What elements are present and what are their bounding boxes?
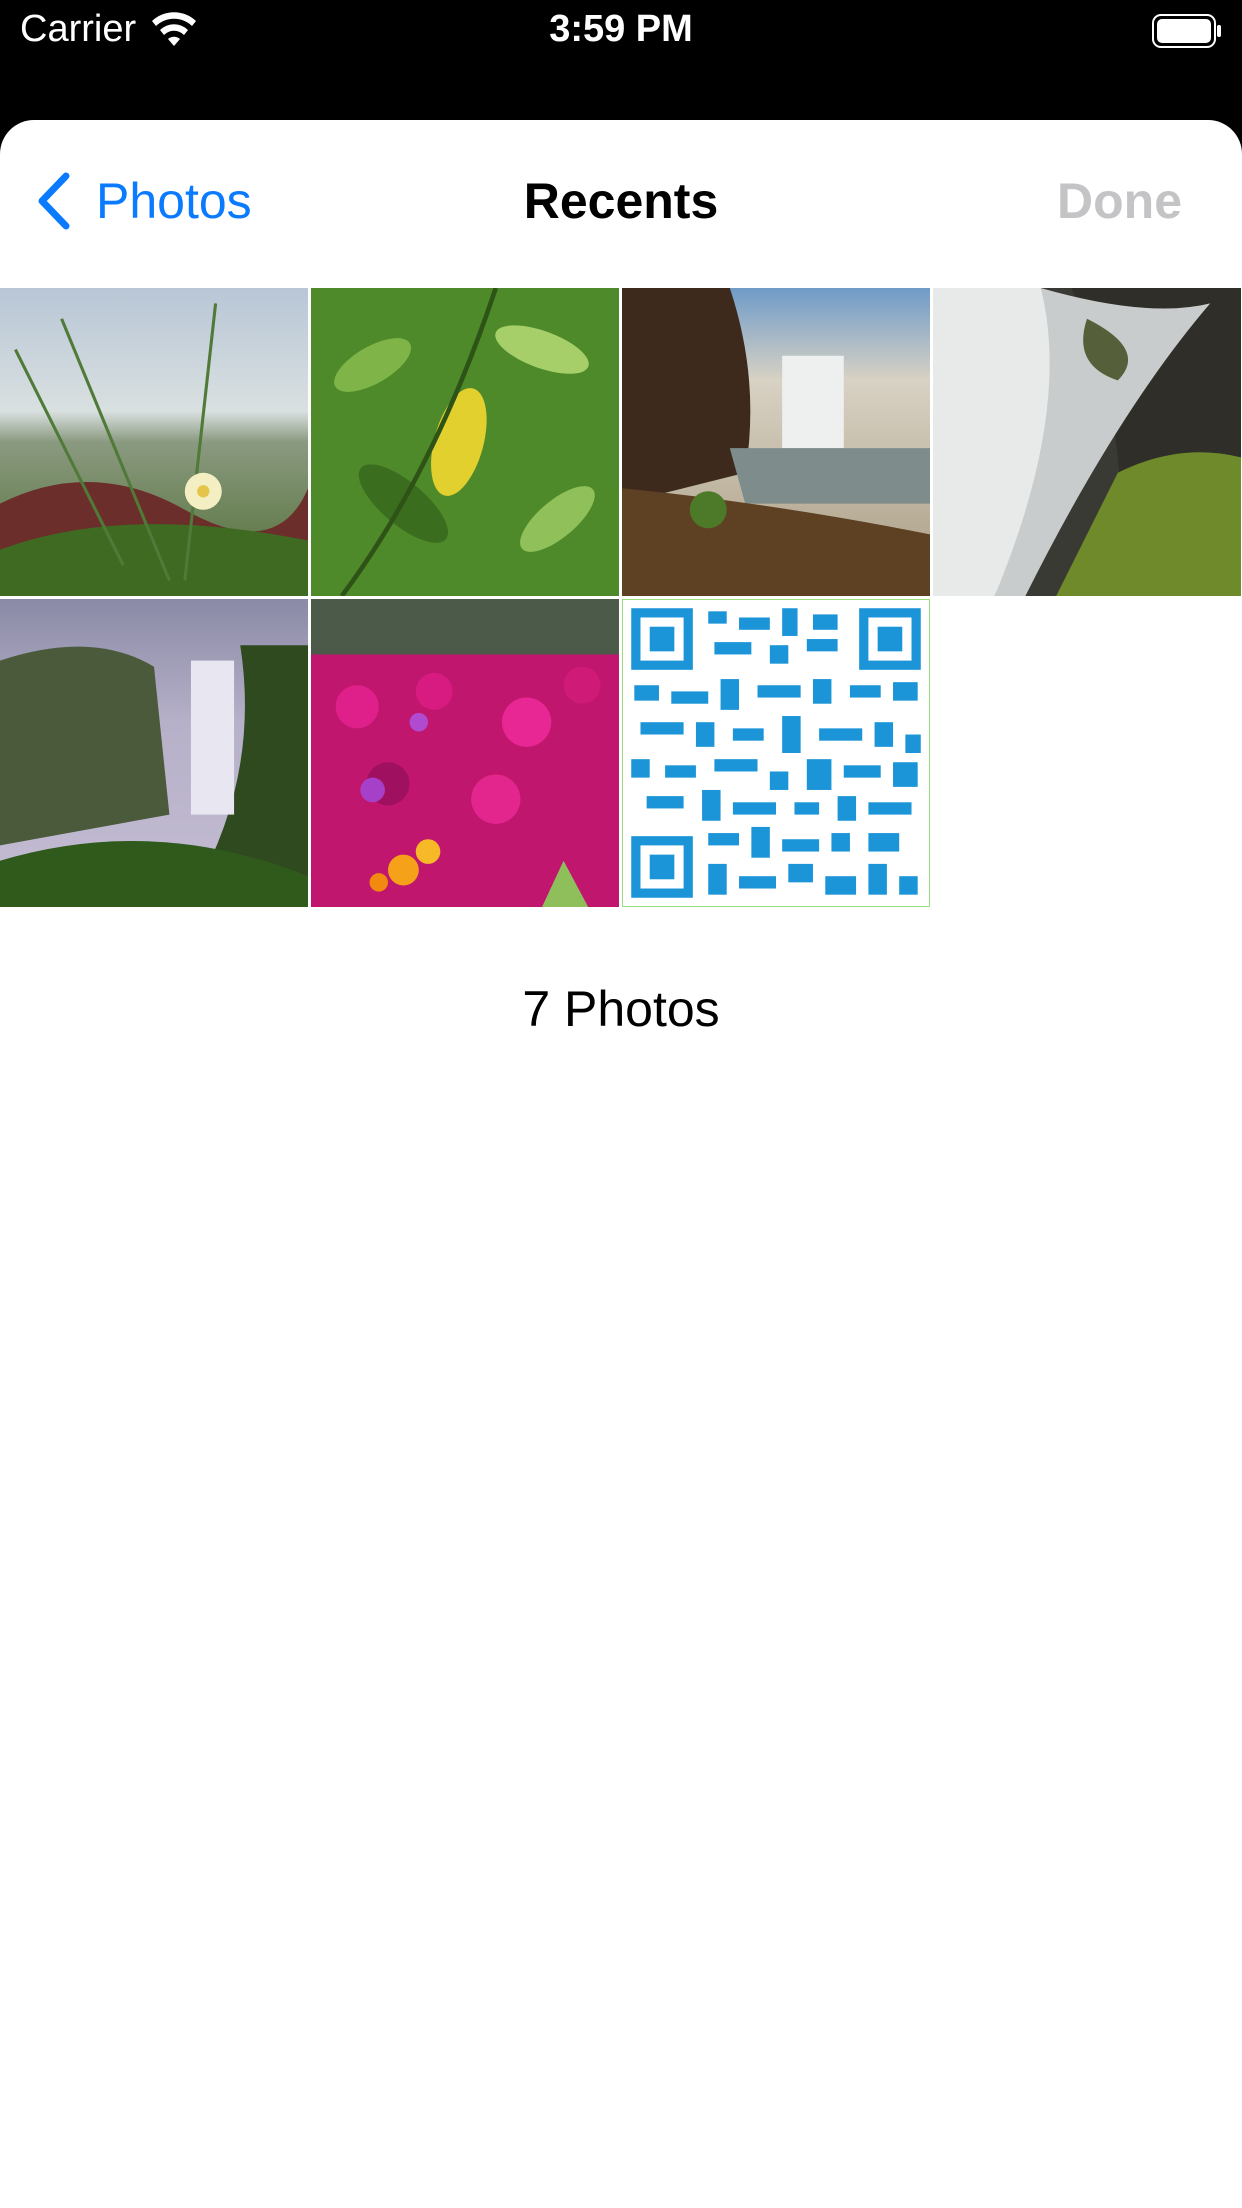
clock: 3:59 PM (549, 8, 693, 50)
photo-picker-sheet: Photos Recents Done 7 Photos (0, 120, 1242, 2208)
photo-thumbnail[interactable] (0, 599, 308, 907)
photo-thumbnail[interactable] (933, 288, 1241, 596)
photo-count-label: 7 Photos (522, 981, 720, 1037)
photo-thumbnail[interactable] (311, 599, 619, 907)
status-bar: Carrier 3:59 PM (0, 0, 1242, 120)
battery-icon (1152, 14, 1221, 48)
done-button[interactable]: Done (1057, 172, 1182, 230)
photo-thumbnail[interactable] (0, 288, 308, 596)
photo-thumbnail[interactable] (311, 288, 619, 596)
photo-thumbnail[interactable] (622, 288, 930, 596)
photo-thumbnail[interactable] (622, 599, 930, 907)
page-title: Recents (523, 173, 719, 229)
navigation-bar: Photos Recents Done (0, 120, 1242, 288)
photo-grid (0, 288, 1242, 907)
